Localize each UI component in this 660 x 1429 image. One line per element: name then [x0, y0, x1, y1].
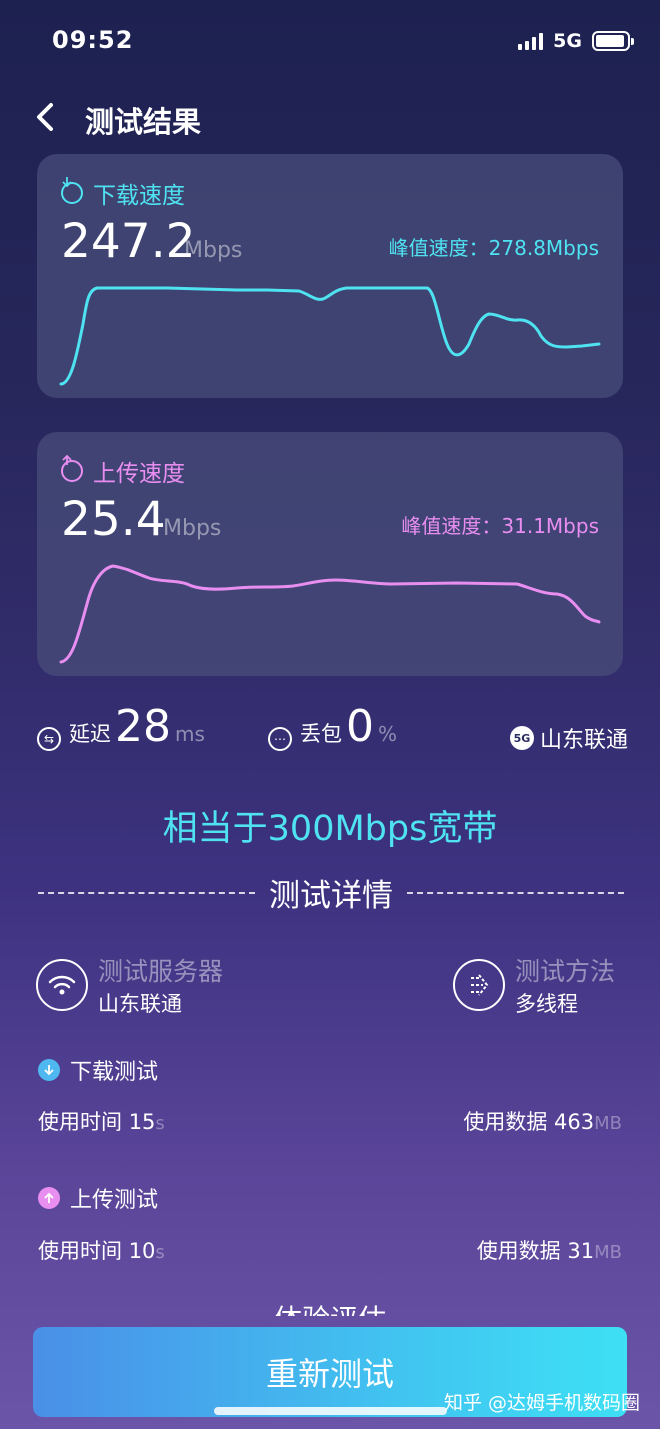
- packet-loss-stat: ⋯ 丢包 0 %: [268, 701, 398, 752]
- download-card: 下载速度 247.2 Mbps 峰值速度：278.8Mbps: [37, 154, 623, 398]
- packet-loss-label: 丢包: [300, 722, 342, 746]
- battery-icon: [592, 31, 634, 51]
- method-value: 多线程: [515, 992, 578, 1016]
- download-data-label: 使用数据: [463, 1110, 548, 1134]
- details-title: 测试详情: [269, 878, 393, 914]
- upload-data: 使用数据 31MB: [477, 1235, 622, 1265]
- wifi-icon: [36, 959, 88, 1011]
- download-time-label: 使用时间: [38, 1110, 122, 1134]
- upload-time-unit: s: [155, 1242, 165, 1263]
- dash-left: [38, 891, 255, 894]
- home-indicator[interactable]: [214, 1407, 447, 1415]
- equivalent-bandwidth: 相当于300Mbps宽带: [162, 809, 498, 849]
- signal-icon: [518, 32, 544, 50]
- download-graph: [59, 286, 601, 386]
- packet-loss-value: 0: [346, 701, 374, 752]
- details-divider: 测试详情: [38, 870, 624, 915]
- 5g-badge-icon: 5G: [509, 726, 534, 750]
- carrier-info: 5G 山东联通: [509, 722, 628, 754]
- upload-test-icon: [38, 1187, 60, 1209]
- upload-data-unit: MB: [594, 1242, 622, 1263]
- latency-icon: ⇆: [37, 727, 61, 751]
- method-info: 测试方法 多线程: [453, 952, 615, 1018]
- latency-unit: ms: [175, 722, 205, 746]
- upload-test-header: 上传测试: [38, 1182, 158, 1214]
- upload-test-title: 上传测试: [70, 1188, 159, 1213]
- upload-data-value: 31: [567, 1239, 595, 1263]
- download-time-value: 15: [128, 1110, 156, 1134]
- status-time: 09:52: [52, 26, 134, 54]
- packet-loss-unit: %: [378, 722, 398, 746]
- download-time-unit: s: [155, 1113, 165, 1134]
- upload-data-label: 使用数据: [476, 1239, 561, 1263]
- back-icon[interactable]: [30, 100, 60, 134]
- page-title: 测试结果: [85, 105, 202, 139]
- server-info: 测试服务器 山东联通: [36, 952, 223, 1018]
- network-type: 5G: [553, 30, 582, 52]
- experience-section-title: 体验评估: [0, 1298, 660, 1316]
- download-data: 使用数据 463MB: [463, 1106, 622, 1136]
- download-time: 使用时间 15s: [38, 1106, 165, 1136]
- download-test-icon: [38, 1059, 60, 1081]
- packet-loss-icon: ⋯: [268, 727, 292, 751]
- upload-time-value: 10: [128, 1239, 156, 1263]
- download-test-header: 下载测试: [38, 1054, 158, 1086]
- dash-right: [407, 891, 624, 894]
- status-indicators: 5G: [518, 30, 634, 52]
- upload-time: 使用时间 10s: [38, 1235, 165, 1265]
- upload-graph: [59, 564, 601, 664]
- watermark: 知乎 @达姆手机数码圈: [443, 1392, 640, 1414]
- download-data-value: 463: [554, 1110, 595, 1134]
- latency-label: 延迟: [69, 722, 111, 746]
- server-value: 山东联通: [98, 992, 182, 1016]
- download-test-title: 下载测试: [70, 1060, 159, 1085]
- carrier-name: 山东联通: [539, 728, 628, 753]
- download-data-unit: MB: [594, 1113, 622, 1134]
- upload-card: 上传速度 25.4 Mbps 峰值速度：31.1Mbps: [37, 432, 623, 676]
- latency-stat: ⇆ 延迟 28 ms: [37, 701, 205, 752]
- upload-time-label: 使用时间: [38, 1239, 122, 1263]
- server-label: 测试服务器: [98, 957, 224, 986]
- multi-thread-icon: [453, 959, 505, 1011]
- method-label: 测试方法: [515, 957, 616, 986]
- latency-value: 28: [115, 701, 171, 752]
